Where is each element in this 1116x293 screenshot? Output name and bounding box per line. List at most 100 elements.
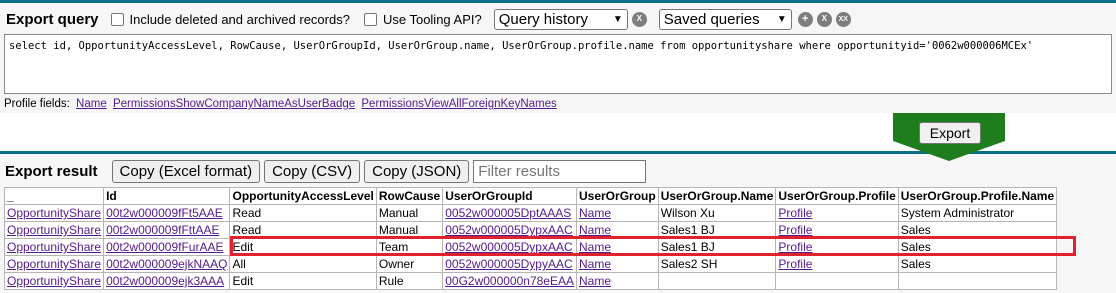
table-cell: Name [576, 255, 659, 273]
record-link[interactable]: Profile [778, 240, 812, 254]
record-link[interactable]: OpportunityShare [7, 240, 101, 254]
query-header: Export query Include deleted and archive… [6, 8, 851, 30]
column-header[interactable]: UserOrGroup.Profile [775, 187, 899, 205]
remove-query-icon[interactable]: X [816, 11, 832, 27]
column-header[interactable]: _ [3, 187, 105, 205]
results-table-body: OpportunityShare 00t2w000009fFt5AAE Read Ma… [3, 204, 1058, 290]
table-cell: Name [576, 221, 659, 239]
table-cell: OpportunityShare [3, 255, 105, 273]
table-cell: 00G2w000000n78eEAA [442, 272, 577, 290]
record-link[interactable]: 0052w000005DypxAAC [445, 240, 572, 254]
record-link[interactable]: Profile [778, 223, 812, 237]
record-link[interactable]: OpportunityShare [7, 223, 101, 237]
table-cell: Profile [775, 238, 899, 256]
table-cell: OpportunityShare [3, 221, 105, 239]
table-row: OpportunityShare 00t2w000009fFttAAE Read Ma… [3, 221, 1058, 239]
record-link[interactable]: 0052w000005DypxAAC [445, 223, 572, 237]
table-cell: Read [229, 221, 377, 239]
profile-field-link[interactable]: PermissionsShowCompanyNameAsUserBadge [113, 98, 355, 110]
table-cell: 00t2w000009fFt5AAE [103, 204, 231, 222]
table-cell: Team [375, 238, 444, 256]
record-link[interactable]: Profile [778, 257, 812, 271]
table-cell: 0052w000005DypxAAC [442, 238, 577, 256]
table-cell: 0052w000005DypyAAC [442, 255, 577, 273]
saved-queries-value: Saved queries [663, 10, 760, 28]
record-link[interactable]: OpportunityShare [7, 274, 101, 288]
record-link[interactable]: 00t2w000009fFurAAE [106, 240, 223, 254]
column-header[interactable]: UserOrGroup.Name [657, 187, 777, 205]
tooling-api-label[interactable]: Use Tooling API? [383, 12, 482, 27]
copy-excel-button[interactable]: Copy (Excel format) [111, 159, 261, 183]
table-cell: Sales [897, 255, 1058, 273]
export-button[interactable]: Export [919, 122, 981, 144]
record-link[interactable]: Profile [778, 206, 812, 220]
table-cell: Profile [775, 255, 899, 273]
record-link[interactable]: Name [579, 257, 611, 271]
export-result-panel: Export result Copy (Excel format) Copy (… [0, 151, 1116, 293]
table-cell: Wilson Xu [657, 204, 777, 222]
copy-csv-button[interactable]: Copy (CSV) [264, 159, 361, 183]
clear-history-icon[interactable]: X [631, 11, 647, 27]
table-cell: Sales [897, 238, 1058, 256]
table-cell: 00t2w000009ejk3AAA [103, 272, 231, 290]
column-header[interactable]: RowCause [375, 187, 444, 205]
column-header[interactable]: UserOrGroup.Profile.Name [897, 187, 1058, 205]
record-link[interactable]: Name [579, 223, 611, 237]
record-link[interactable]: Name [579, 274, 611, 288]
profile-field-link[interactable]: Name [76, 98, 107, 110]
column-header[interactable]: OpportunityAccessLevel [229, 187, 377, 205]
record-link[interactable]: Name [579, 206, 611, 220]
profile-field-link[interactable]: PermissionsViewAllForeignKeyNames [361, 98, 556, 110]
table-cell: OpportunityShare [3, 204, 105, 222]
table-cell: System Administrator [897, 204, 1058, 222]
saved-queries-select[interactable]: Saved queries ▼ [658, 8, 792, 30]
include-deleted-checkbox[interactable] [110, 12, 124, 26]
table-cell: Edit [229, 272, 377, 290]
record-link[interactable]: 0052w000005DypyAAC [445, 257, 572, 271]
query-textarea[interactable]: select id, OpportunityAccessLevel, RowCa… [4, 34, 1112, 94]
table-cell: Profile [775, 221, 899, 239]
record-link[interactable]: 0052w000005DptAAAS [445, 206, 571, 220]
record-link[interactable]: OpportunityShare [7, 206, 101, 220]
include-deleted-label[interactable]: Include deleted and archived records? [130, 12, 350, 27]
table-cell: Read [229, 204, 377, 222]
table-cell: Owner [375, 255, 444, 273]
record-link[interactable]: 00G2w000000n78eEAA [445, 274, 574, 288]
filter-results-input[interactable]: Filter results [473, 159, 647, 183]
export-result-title: Export result [5, 162, 98, 180]
export-query-panel: Export query Include deleted and archive… [0, 0, 1116, 113]
table-cell: 0052w000005DptAAAS [442, 204, 577, 222]
table-cell: Manual [375, 204, 444, 222]
record-link[interactable]: 00t2w000009ejkNAAQ [106, 257, 227, 271]
query-history-value: Query history [498, 10, 588, 28]
column-header[interactable]: Id [103, 187, 231, 205]
remove-all-queries-icon[interactable]: XX [835, 11, 851, 27]
table-cell: Profile [775, 204, 899, 222]
record-link[interactable]: Name [579, 240, 611, 254]
table-cell: 00t2w000009ejkNAAQ [103, 255, 231, 273]
table-cell: Name [576, 272, 659, 290]
column-header[interactable]: UserOrGroup [576, 187, 659, 205]
record-link[interactable]: OpportunityShare [7, 257, 101, 271]
table-cell: All [229, 255, 377, 273]
tooling-api-checkbox[interactable] [363, 12, 377, 26]
table-cell: Rule [375, 272, 444, 290]
export-arrow: Export [893, 113, 1005, 161]
column-header[interactable]: UserOrGroupId [442, 187, 577, 205]
copy-json-button[interactable]: Copy (JSON) [364, 159, 470, 183]
table-row: OpportunityShare 00t2w000009fFurAAE Edit Te… [3, 238, 1058, 256]
record-link[interactable]: 00t2w000009fFttAAE [106, 223, 219, 237]
record-link[interactable]: 00t2w000009fFt5AAE [106, 206, 223, 220]
table-cell: Sales [897, 221, 1058, 239]
table-cell: OpportunityShare [3, 272, 105, 290]
table-row: OpportunityShare 00t2w000009ejk3AAA Edit Ru… [3, 272, 1058, 290]
table-cell: Sales1 BJ [657, 221, 777, 239]
add-query-icon[interactable]: + [797, 11, 813, 27]
query-history-select[interactable]: Query history ▼ [493, 8, 628, 30]
table-cell [775, 272, 899, 290]
table-cell: Sales2 SH [657, 255, 777, 273]
profile-fields-label: Profile fields: [4, 98, 70, 110]
chevron-down-icon: ▼ [612, 13, 623, 25]
record-link[interactable]: 00t2w000009ejk3AAA [106, 274, 224, 288]
chevron-down-icon: ▼ [776, 13, 787, 25]
